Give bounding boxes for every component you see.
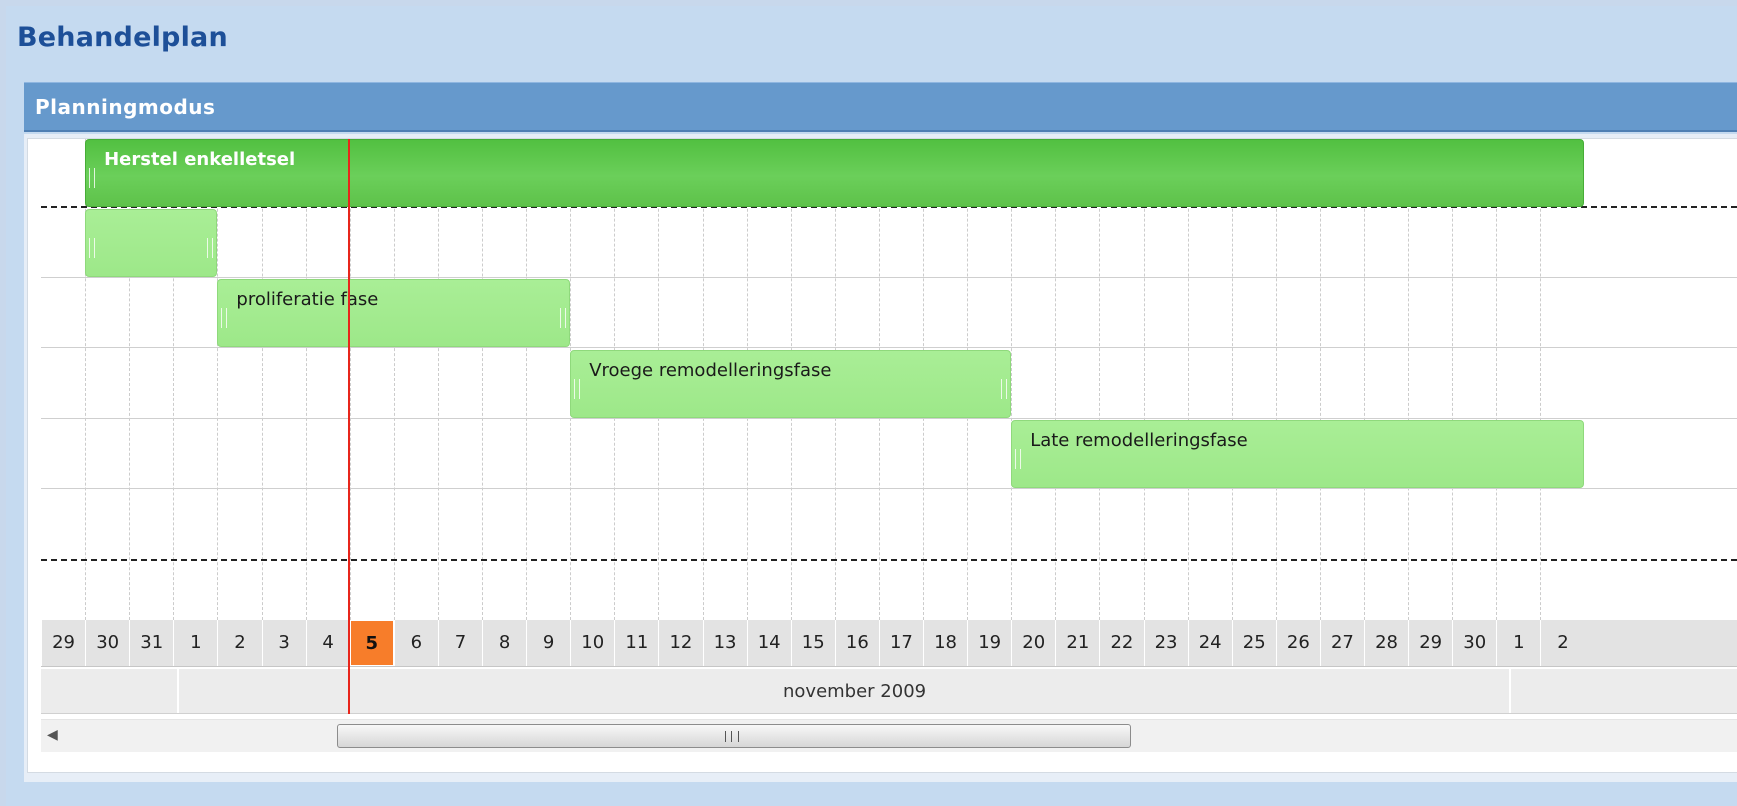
- task-label: Late remodelleringsfase: [1030, 430, 1248, 451]
- month-separator: [177, 669, 179, 713]
- resize-handle-start[interactable]: [89, 168, 96, 188]
- row-divider: [41, 277, 1737, 278]
- day-cell: 28: [1364, 620, 1408, 666]
- day-cell: 24: [1187, 620, 1232, 666]
- day-gridline: [1364, 139, 1365, 620]
- day-cell: 3: [261, 620, 306, 666]
- today-marker-line: [347, 139, 350, 714]
- day-gridline: [1319, 139, 1321, 620]
- day-gridline: [261, 139, 263, 620]
- day-cell: 13: [702, 620, 747, 666]
- day-cell: 2: [217, 620, 261, 666]
- summary-task-bar[interactable]: Herstel enkelletsel: [85, 139, 1585, 207]
- panel-header: Planningmodus: [24, 82, 1737, 132]
- day-cell: 14: [746, 620, 791, 666]
- resize-handle-start[interactable]: [221, 308, 228, 328]
- resize-handle-start[interactable]: [574, 379, 581, 399]
- gantt-chart: Herstel enkelletsel proliferatie fase Vroe…: [27, 138, 1737, 773]
- day-gridline: [1275, 139, 1277, 620]
- day-cell: 21: [1055, 620, 1099, 666]
- task-bar[interactable]: proliferatie fase: [217, 279, 571, 347]
- resize-handle-end[interactable]: [560, 308, 567, 328]
- task-bar[interactable]: Vroege remodelleringsfase: [570, 350, 1012, 418]
- day-cell: 4: [305, 620, 350, 666]
- day-cell: 1: [173, 620, 217, 666]
- day-gridline: [1099, 139, 1101, 620]
- horizontal-scrollbar[interactable]: ◀: [41, 719, 1737, 752]
- day-cell: 10: [570, 620, 614, 666]
- day-cell: 29: [1408, 620, 1452, 666]
- day-cell: 20: [1011, 620, 1055, 666]
- day-gridline: [1408, 139, 1410, 620]
- day-gridline: [1187, 139, 1189, 620]
- task-label: Herstel enkelletsel: [104, 149, 296, 170]
- task-bar[interactable]: Late remodelleringsfase: [1011, 420, 1585, 488]
- day-cell: 6: [393, 620, 438, 666]
- day-gridline: [393, 139, 395, 620]
- day-cell: 7: [437, 620, 482, 666]
- day-gridline: [1452, 139, 1454, 620]
- day-gridline: [305, 139, 307, 620]
- panel-title: Planningmodus: [35, 95, 216, 119]
- day-gridline: [1231, 139, 1233, 620]
- today-day-cell: 5: [349, 620, 394, 666]
- day-cell: 31: [129, 620, 173, 666]
- left-arrow-icon[interactable]: ◀: [47, 727, 58, 743]
- row-divider: [41, 347, 1737, 348]
- grip-icon: [725, 731, 739, 742]
- day-gridline: [1540, 139, 1542, 620]
- row-divider: [41, 418, 1737, 419]
- day-cell: 30: [85, 620, 129, 666]
- resize-handle-end[interactable]: [207, 238, 214, 258]
- scroll-thumb[interactable]: [337, 724, 1131, 748]
- page-title: Behandelplan: [17, 22, 228, 53]
- day-gridline: [1143, 139, 1145, 620]
- day-gridline: [1011, 139, 1013, 620]
- day-gridline: [437, 139, 439, 620]
- day-cell: 25: [1231, 620, 1276, 666]
- day-gridline: [349, 139, 351, 620]
- day-cell: 23: [1143, 620, 1188, 666]
- day-cell: 8: [482, 620, 526, 666]
- day-cell: 16: [834, 620, 879, 666]
- task-label: Vroege remodelleringsfase: [589, 360, 832, 381]
- day-cell: 26: [1275, 620, 1320, 666]
- day-cell: 19: [967, 620, 1011, 666]
- month-label: november 2009: [783, 681, 927, 702]
- day-scale: 29 30 31 1 2 3 4 5 6 7 8 9 10 11 12 13 14 15 16 17 18 19 20 21 2…: [41, 620, 1737, 667]
- timeline-separator: [41, 559, 1737, 561]
- resize-handle-start[interactable]: [89, 238, 96, 258]
- day-cell: 27: [1319, 620, 1364, 666]
- day-gridline: [1055, 139, 1057, 620]
- day-gridline: [217, 139, 219, 620]
- task-bar[interactable]: [85, 209, 218, 277]
- day-gridline: [526, 139, 528, 620]
- day-cell: 2: [1540, 620, 1584, 666]
- day-cell: 11: [614, 620, 658, 666]
- resize-handle-start[interactable]: [1015, 449, 1022, 469]
- day-gridline: [482, 139, 483, 620]
- month-separator: [1509, 669, 1511, 713]
- day-cell: 15: [790, 620, 835, 666]
- day-cell: 22: [1099, 620, 1143, 666]
- day-cell: 30: [1452, 620, 1496, 666]
- day-cell: 9: [526, 620, 570, 666]
- resize-handle-end[interactable]: [1001, 379, 1008, 399]
- row-divider: [41, 488, 1737, 489]
- day-cell: 17: [878, 620, 923, 666]
- day-cell: 1: [1496, 620, 1540, 666]
- day-cell: 18: [923, 620, 967, 666]
- task-label: proliferatie fase: [236, 289, 379, 310]
- day-cell: 12: [658, 620, 702, 666]
- month-scale: november 2009: [41, 669, 1737, 714]
- day-gridline: [1496, 139, 1498, 620]
- day-cell: 29: [41, 620, 85, 666]
